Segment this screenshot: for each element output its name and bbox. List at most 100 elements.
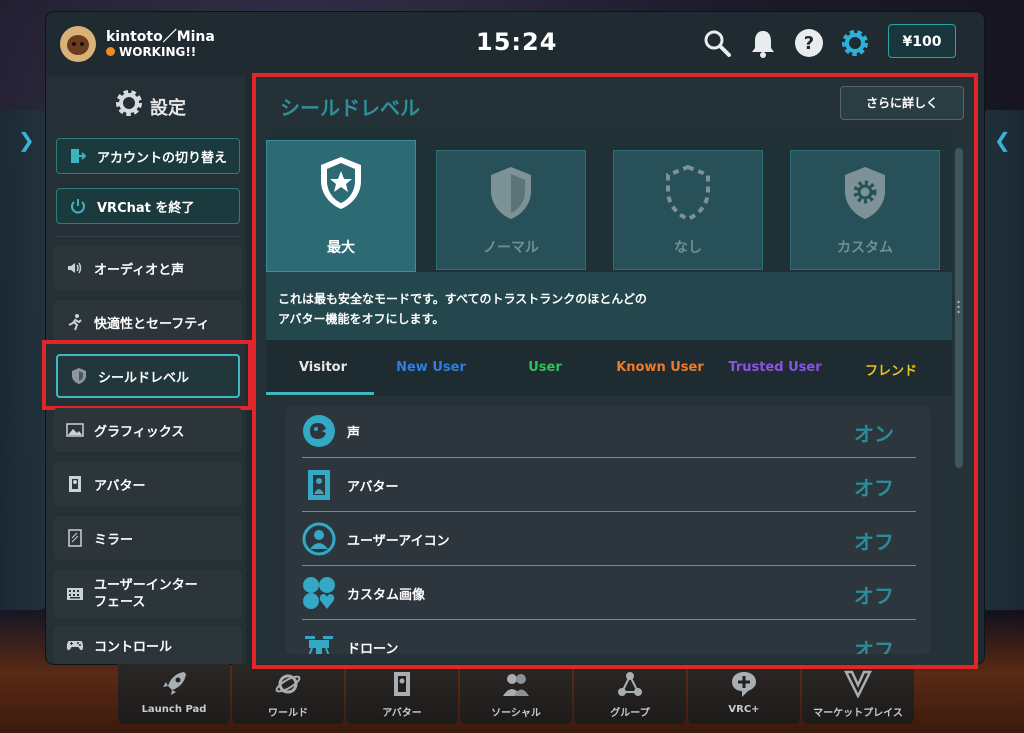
keyboard-icon — [67, 588, 83, 600]
feature-row-avatar[interactable]: アバター オフ — [302, 460, 916, 512]
shield-star-icon — [321, 157, 361, 209]
active-tab-indicator — [266, 392, 374, 395]
search-icon[interactable] — [702, 28, 732, 58]
tab-visitor[interactable]: Visitor — [266, 360, 380, 375]
tab-trusted-user[interactable]: Trusted User — [718, 360, 832, 375]
avatar-eye-icon — [80, 42, 84, 46]
status-dot-icon — [106, 47, 115, 56]
feature-row-voice[interactable]: 声 オン — [302, 406, 916, 458]
bell-icon[interactable] — [748, 28, 778, 58]
avatar-icon — [308, 470, 330, 500]
shield-half-icon — [491, 167, 531, 219]
feature-row-custom-image[interactable]: カスタム画像 オフ — [302, 568, 916, 620]
sidebar-divider — [56, 236, 240, 237]
user-status-text: WORKING!! — [119, 45, 197, 59]
sidebar-item-label: グラフィックス — [94, 424, 185, 440]
highlight-frame — [42, 340, 252, 410]
avatar-eye-icon — [72, 42, 76, 46]
resize-grip-icon[interactable] — [957, 300, 960, 314]
tab-new-user[interactable]: New User — [374, 360, 488, 375]
switch-account-button[interactable]: アカウントの切り替え — [56, 138, 240, 174]
feature-label: 声 — [347, 426, 361, 441]
bottom-dock: Launch Pad ワールド アバター ソーシャル グループ VRC+ マーケ… — [118, 664, 914, 726]
dock-label: アバター — [382, 708, 422, 719]
shield-level-selector: 最大 ノーマル なし カスタム — [266, 130, 952, 272]
people-icon — [503, 674, 529, 696]
sidebar-item-label: オーディオと声 — [94, 262, 185, 278]
feature-value: オフ — [854, 584, 894, 608]
planet-icon — [275, 674, 301, 694]
shield-description: これは最も安全なモードです。すべてのトラストランクのほとんどの アバター機能をオ… — [266, 272, 952, 340]
shield-card-normal[interactable]: ノーマル — [436, 150, 586, 270]
sidebar-item-label: 快適性とセーフティ — [94, 316, 210, 332]
help-icon[interactable]: ? — [794, 28, 824, 58]
feature-label: アバター — [347, 480, 399, 495]
gear-icon[interactable] — [840, 28, 870, 58]
shield-outline-icon — [666, 165, 710, 221]
mirror-icon — [68, 529, 82, 547]
dock-item-marketplace[interactable]: マーケットプレイス — [802, 664, 914, 724]
feature-value: オフ — [854, 530, 894, 554]
sidebar-item-mirror[interactable]: ミラー — [54, 516, 242, 560]
learn-more-button[interactable]: さらに詳しく — [840, 86, 964, 120]
sidebar-item-graphics[interactable]: グラフィックス — [54, 408, 242, 452]
feature-value: オフ — [854, 638, 894, 654]
feature-label: ユーザーアイコン — [347, 534, 450, 549]
shield-gear-icon — [845, 167, 885, 219]
sidebar-item-comfort-safety[interactable]: 快適性とセーフティ — [54, 300, 242, 344]
feature-row-drone[interactable]: ドローン オフ — [302, 622, 916, 654]
dock-item-social[interactable]: ソーシャル — [460, 664, 572, 724]
page-title: シールドレベル — [280, 96, 420, 120]
avatar-face-icon — [67, 35, 89, 55]
sidebar-item-controls[interactable]: コントロール — [54, 626, 242, 664]
quit-vrchat-label: VRChat を終了 — [97, 200, 195, 216]
settings-gear-icon — [116, 90, 142, 116]
sidebar-item-user-interface[interactable]: ユーザーインター フェース — [54, 570, 242, 618]
sidebar-item-audio[interactable]: オーディオと声 — [54, 246, 242, 290]
switch-account-icon — [71, 149, 87, 163]
dock-item-worlds[interactable]: ワールド — [232, 664, 344, 724]
power-icon — [71, 199, 85, 214]
sidebar-item-label: アバター — [94, 478, 146, 494]
marketplace-icon — [844, 670, 872, 698]
dock-label: ソーシャル — [491, 708, 541, 719]
feature-value: オフ — [854, 476, 894, 500]
tab-known-user[interactable]: Known User — [603, 360, 717, 375]
currency-button[interactable]: ¥100 — [888, 24, 956, 58]
dock-item-groups[interactable]: グループ — [574, 664, 686, 724]
gamepad-icon — [66, 641, 84, 651]
user-avatar[interactable] — [60, 26, 96, 62]
sidebar-item-avatar[interactable]: アバター — [54, 462, 242, 506]
sidebar-title: 設定 — [150, 98, 186, 119]
background-panel-left — [0, 110, 48, 610]
shield-card-custom[interactable]: カスタム — [790, 150, 940, 270]
background-panel-right — [978, 110, 1024, 610]
sidebar-item-label: ユーザーインター — [94, 578, 198, 593]
group-icon — [618, 672, 642, 696]
feature-row-user-icon[interactable]: ユーザーアイコン オフ — [302, 514, 916, 566]
clock: 15:24 — [476, 28, 558, 56]
top-bar: kintoto／Mina WORKING!! 15:24 ? ¥100 — [46, 12, 984, 76]
user-status: WORKING!! — [106, 45, 196, 59]
tab-user[interactable]: User — [488, 360, 602, 375]
dock-item-avatars[interactable]: アバター — [346, 664, 458, 724]
drone-icon — [305, 636, 333, 654]
dock-label: Launch Pad — [141, 704, 207, 715]
description-line: これは最も安全なモードです。すべてのトラストランクのほとんどの — [278, 292, 647, 306]
wing-icon: ❮ — [994, 128, 1011, 152]
quit-vrchat-button[interactable]: VRChat を終了 — [56, 188, 240, 224]
trust-rank-tabs: Visitor New User User Known User Trusted… — [266, 340, 952, 396]
speaker-icon — [68, 262, 82, 274]
rocket-icon — [163, 672, 186, 695]
feature-value: オン — [854, 422, 894, 446]
dock-item-launch-pad[interactable]: Launch Pad — [118, 664, 230, 724]
shield-card-none[interactable]: なし — [613, 150, 763, 270]
image-icon — [66, 423, 84, 437]
dock-item-vrc-plus[interactable]: VRC+ — [688, 664, 800, 724]
dock-label: マーケットプレイス — [813, 708, 903, 719]
tab-friend[interactable]: フレンド — [834, 360, 948, 379]
voice-icon — [303, 415, 335, 447]
sidebar-item-label-wrap: ユーザーインター フェース — [94, 577, 198, 611]
emoji-icon — [303, 577, 335, 609]
shield-card-max[interactable]: 最大 — [266, 140, 416, 272]
